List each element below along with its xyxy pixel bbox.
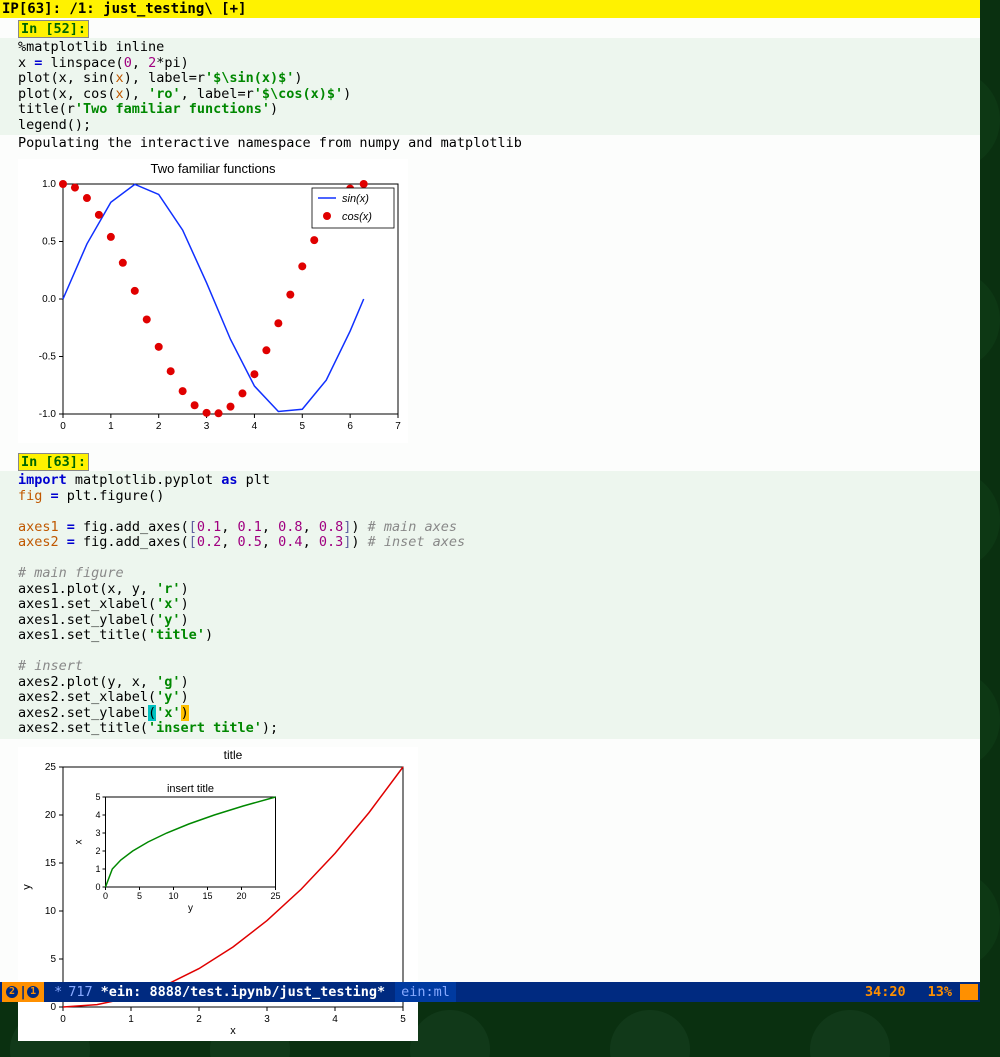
svg-text:0.5: 0.5: [42, 237, 56, 248]
svg-text:3: 3: [264, 1014, 270, 1025]
svg-text:0: 0: [60, 1014, 66, 1025]
svg-text:y: y: [188, 903, 193, 914]
svg-text:1: 1: [108, 421, 114, 432]
status-bar: 2|1 * 717 *ein: 8888/test.ipynb/just_tes…: [0, 982, 980, 1002]
svg-text:6: 6: [347, 421, 353, 432]
cell-prompt-63: In [63]:: [18, 453, 89, 471]
status-linecount: 717: [68, 984, 92, 1000]
svg-text:25: 25: [270, 891, 280, 901]
svg-text:2: 2: [196, 1014, 202, 1025]
svg-text:2: 2: [95, 846, 100, 856]
status-star: *: [54, 984, 62, 1000]
svg-text:1: 1: [95, 864, 100, 874]
svg-text:4: 4: [332, 1014, 338, 1025]
svg-text:4: 4: [95, 810, 100, 820]
status-percent: 13%: [928, 984, 952, 1000]
svg-text:1.0: 1.0: [42, 179, 56, 190]
svg-text:0: 0: [103, 891, 108, 901]
svg-text:-0.5: -0.5: [39, 352, 57, 363]
code-cell-52[interactable]: %matplotlib inline x = linspace(0, 2*pi)…: [0, 38, 980, 135]
status-cursor-pos: 34:20: [865, 984, 906, 1000]
svg-text:title: title: [224, 748, 243, 762]
cell-2[interactable]: In [63]: import matplotlib.pyplot as plt…: [0, 451, 980, 1041]
svg-text:15: 15: [45, 858, 57, 869]
cell-52-output: Populating the interactive namespace fro…: [0, 135, 980, 151]
svg-text:5: 5: [50, 954, 56, 965]
svg-text:-1.0: -1.0: [39, 409, 57, 420]
svg-text:insert title: insert title: [167, 783, 214, 795]
cell-prompt-52: In [52]:: [18, 20, 89, 38]
svg-text:1: 1: [128, 1014, 134, 1025]
svg-text:25: 25: [45, 762, 57, 773]
editor-window[interactable]: IP[63]: /1: just_testing\ [+] In [52]: %…: [0, 0, 980, 1002]
svg-text:4: 4: [252, 421, 258, 432]
svg-text:10: 10: [45, 906, 57, 917]
svg-text:2: 2: [156, 421, 162, 432]
chart-sin-cos: Two familiar functions 0 1 2 3 4 5 6 7 -1.0 -0.5 0.…: [18, 159, 408, 439]
svg-text:0.0: 0.0: [42, 294, 56, 305]
svg-text:5: 5: [95, 792, 100, 802]
status-buffer-name: *ein: 8888/test.ipynb/just_testing*: [101, 984, 385, 1000]
svg-text:x: x: [230, 1025, 236, 1037]
svg-text:x: x: [74, 839, 85, 844]
svg-text:7: 7: [395, 421, 401, 432]
svg-text:0: 0: [95, 882, 100, 892]
window-title: IP[63]: /1: just_testing\ [+]: [0, 0, 980, 18]
svg-text:y: y: [21, 884, 33, 890]
status-right-box-icon: [960, 984, 978, 1000]
svg-text:5: 5: [300, 421, 306, 432]
svg-text:3: 3: [95, 828, 100, 838]
cursor-position: ): [181, 705, 189, 721]
svg-text:20: 20: [45, 810, 57, 821]
svg-text:0: 0: [50, 1002, 56, 1013]
code-cell-63[interactable]: import matplotlib.pyplot as plt fig = pl…: [0, 471, 980, 739]
status-badge: 2|1: [2, 982, 44, 1002]
svg-text:5: 5: [137, 891, 142, 901]
cursor-highlight: (: [148, 705, 156, 721]
cell-1[interactable]: In [52]: %matplotlib inline x = linspace…: [0, 18, 980, 443]
plot-two-familiar-functions: Two familiar functions 0 1 2 3 4 5 6 7 -1.0 -0.5 0.…: [18, 159, 408, 443]
svg-text:sin(x): sin(x): [342, 193, 369, 205]
svg-text:5: 5: [400, 1014, 406, 1025]
svg-text:10: 10: [168, 891, 178, 901]
status-mode: ein:ml: [395, 982, 456, 1002]
svg-text:20: 20: [236, 891, 246, 901]
svg-text:Two familiar functions: Two familiar functions: [151, 161, 276, 176]
svg-text:cos(x): cos(x): [342, 211, 372, 223]
svg-text:3: 3: [204, 421, 210, 432]
svg-text:15: 15: [202, 891, 212, 901]
svg-text:0: 0: [60, 421, 66, 432]
